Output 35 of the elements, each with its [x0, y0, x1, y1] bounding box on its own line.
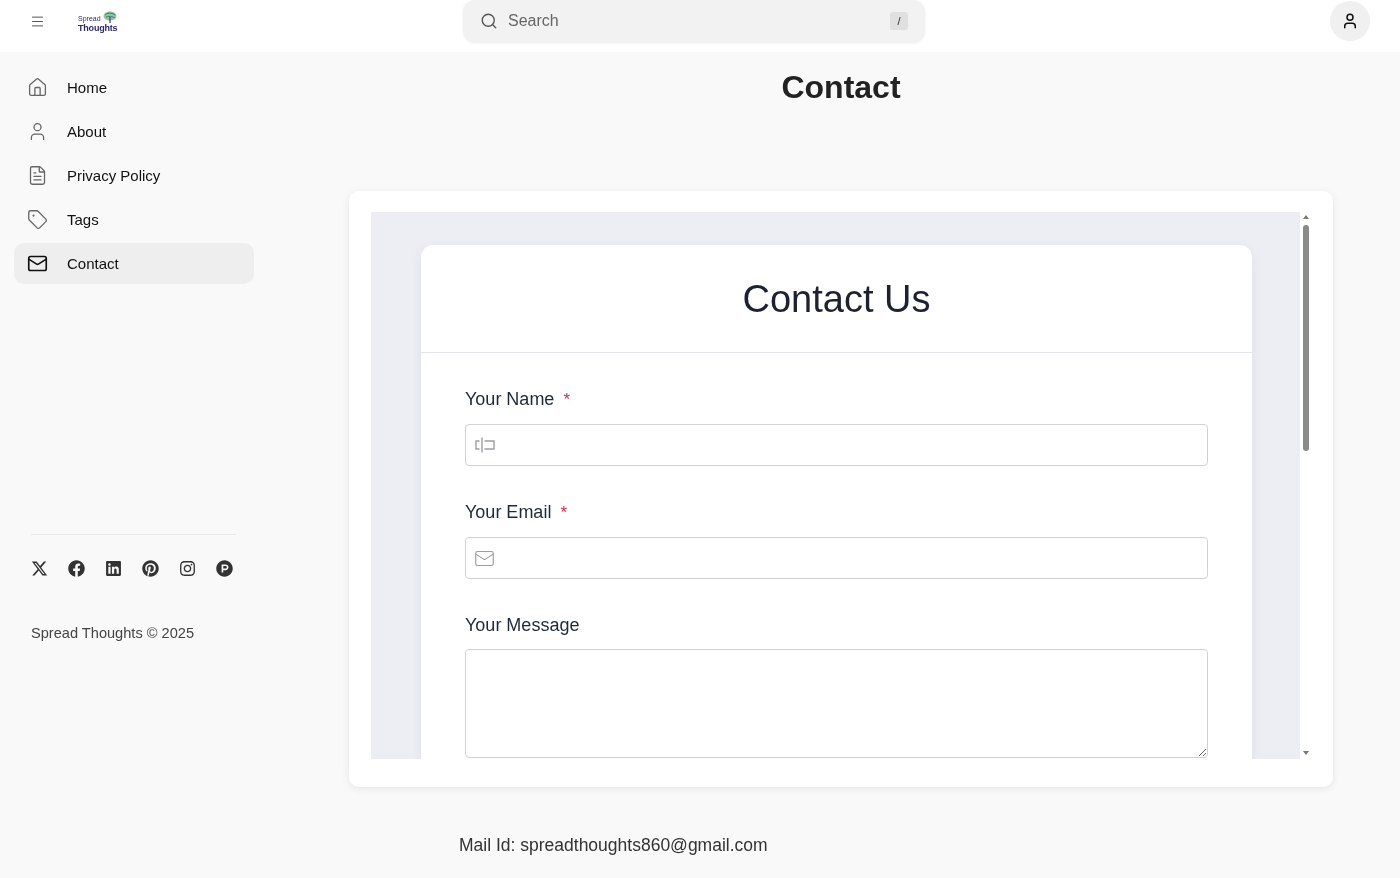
pinterest-icon[interactable]	[142, 560, 159, 577]
nav-item[interactable]: Home	[14, 67, 254, 108]
x-logo-icon[interactable]	[31, 560, 48, 577]
nav-item[interactable]: About	[14, 111, 254, 152]
email-input[interactable]	[465, 537, 1208, 579]
person-icon	[1341, 12, 1359, 30]
nav-item[interactable]: Tags	[14, 199, 254, 240]
text-input-icon	[474, 435, 496, 455]
home-icon	[27, 77, 48, 98]
instagram-icon[interactable]	[179, 560, 196, 577]
required-mark: *	[560, 502, 567, 524]
required-mark: *	[563, 389, 570, 411]
name-input[interactable]	[465, 424, 1208, 466]
copyright-text: Spread Thoughts © 2025	[31, 624, 195, 642]
form-title: Contact Us	[742, 276, 931, 321]
menu-icon	[30, 13, 45, 29]
shortcut-key: /	[890, 12, 908, 30]
facebook-icon[interactable]	[68, 560, 85, 577]
mail-icon	[474, 548, 495, 569]
nav-item[interactable]: Privacy Policy	[14, 155, 254, 196]
nav-item[interactable]: Contact	[14, 243, 254, 284]
linkedin-icon[interactable]	[105, 560, 122, 577]
user-avatar-button[interactable]	[1330, 1, 1370, 41]
logo-tree-icon	[101, 10, 117, 23]
tag-icon	[27, 209, 48, 230]
search-icon	[480, 12, 498, 30]
logo-text: Thoughts	[78, 22, 118, 33]
field-label: Your Message	[465, 614, 580, 636]
mail-note: Mail Id: spreadthoughts860@gmail.com	[459, 834, 768, 856]
field-label: Your Name	[465, 388, 555, 410]
field-label: Your Email	[465, 501, 552, 523]
mail-icon	[27, 253, 48, 274]
document-icon	[27, 165, 48, 186]
menu-button[interactable]	[30, 13, 45, 29]
page-title: Contact	[781, 68, 901, 107]
